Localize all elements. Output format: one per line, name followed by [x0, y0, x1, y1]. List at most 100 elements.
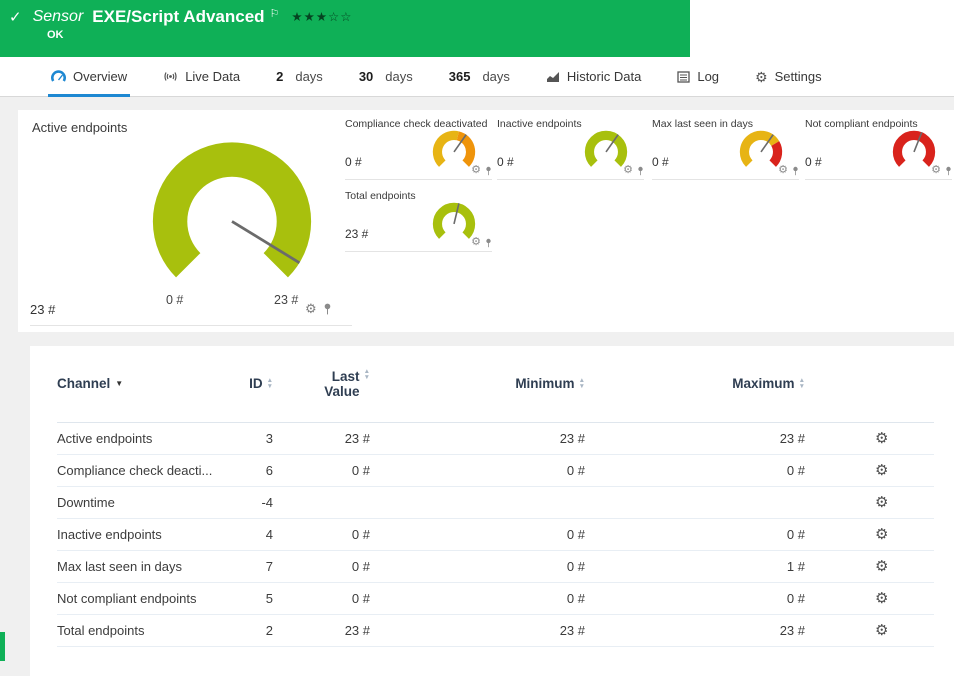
- log-icon: [677, 71, 690, 83]
- channel-settings-icon[interactable]: ⚙: [875, 526, 888, 543]
- channel-minimum: 0 #: [397, 454, 617, 486]
- pin-icon[interactable]: [637, 166, 644, 176]
- gauge-tile: Compliance check deactivated 0 # ⚙: [345, 118, 492, 180]
- total-endpoints-gauge: [431, 200, 477, 246]
- gauge-value: 0 #: [345, 155, 362, 169]
- table-row[interactable]: Total endpoints 2 23 # 23 # 23 # ⚙: [57, 614, 934, 646]
- channel-maximum: 23 #: [617, 614, 837, 646]
- sorted-desc-icon: ▼: [115, 379, 123, 388]
- not-compliant-gauge: [891, 128, 937, 174]
- gauge-tile: Inactive endpoints 0 # ⚙: [497, 118, 644, 180]
- channel-id: 5: [247, 582, 302, 614]
- channel-name: Not compliant endpoints: [57, 582, 247, 614]
- status-check-icon: ✓: [9, 8, 22, 26]
- tab-log[interactable]: Log: [674, 57, 722, 96]
- gauge-tile: Not compliant endpoints 0 # ⚙: [805, 118, 952, 180]
- gauges-panel: Active endpoints 0 # 23 # 23 # ⚙ Complia…: [18, 110, 954, 332]
- sort-icon: ▲▼: [364, 369, 370, 381]
- channel-settings-icon[interactable]: ⚙: [875, 430, 888, 447]
- channel-name: Downtime: [57, 486, 247, 518]
- live-signal-icon: [163, 70, 178, 83]
- big-gauge-label: Active endpoints: [32, 120, 127, 135]
- channel-name: Total endpoints: [57, 614, 247, 646]
- col-header-minimum[interactable]: Minimum▲▼: [397, 346, 617, 422]
- channel-minimum: [397, 486, 617, 518]
- gauge-settings-icon[interactable]: ⚙: [471, 165, 481, 176]
- channel-maximum: [617, 486, 837, 518]
- priority-stars[interactable]: ★★★☆☆: [291, 9, 352, 24]
- tab-overview[interactable]: Overview: [48, 57, 130, 96]
- sensor-status-banner: ✓ Sensor EXE/Script Advanced ⚐ ★★★☆☆ OK: [0, 0, 690, 57]
- tab-historic-data[interactable]: Historic Data: [543, 57, 644, 96]
- max-last-seen-gauge: [738, 128, 784, 174]
- channel-name: Active endpoints: [57, 422, 247, 454]
- gauge-scale-max: 23 #: [274, 293, 298, 307]
- active-endpoints-gauge: [146, 132, 318, 304]
- table-row[interactable]: Inactive endpoints 4 0 # 0 # 0 # ⚙: [57, 518, 934, 550]
- channel-maximum: 0 #: [617, 454, 837, 486]
- status-text: OK: [47, 29, 680, 41]
- table-row[interactable]: Downtime -4 ⚙: [57, 486, 934, 518]
- table-row[interactable]: Active endpoints 3 23 # 23 # 23 # ⚙: [57, 422, 934, 454]
- channel-last-value: [302, 486, 397, 518]
- tab-365-days[interactable]: 365days: [446, 57, 513, 96]
- pin-icon[interactable]: [485, 238, 492, 248]
- divider: [30, 325, 352, 326]
- gauge-tile: Max last seen in days 0 # ⚙: [652, 118, 799, 180]
- channel-last-value: 0 #: [302, 518, 397, 550]
- channel-table: Channel▼ ID▲▼ Last Value▲▼ Minimum▲▼ Max…: [57, 346, 934, 647]
- gauge-scale-min: 0 #: [166, 293, 183, 307]
- pin-icon[interactable]: [323, 303, 332, 315]
- channel-settings-icon[interactable]: ⚙: [875, 558, 888, 575]
- sensor-header: ✓ Sensor EXE/Script Advanced ⚐ ★★★☆☆ OK: [0, 0, 954, 57]
- gauge-tile: Total endpoints 23 # ⚙: [345, 190, 492, 252]
- gauge-settings-icon[interactable]: ⚙: [305, 302, 317, 315]
- channel-last-value: 0 #: [302, 582, 397, 614]
- channel-name: Compliance check deacti...: [57, 454, 247, 486]
- channel-minimum: 0 #: [397, 518, 617, 550]
- pin-icon[interactable]: [485, 166, 492, 176]
- channel-settings-icon[interactable]: ⚙: [875, 494, 888, 511]
- channel-id: 2: [247, 614, 302, 646]
- gauge-settings-icon[interactable]: ⚙: [778, 165, 788, 176]
- big-gauge-value: 23 #: [30, 302, 55, 317]
- channel-last-value: 23 #: [302, 614, 397, 646]
- channel-minimum: 0 #: [397, 550, 617, 582]
- gauge-settings-icon[interactable]: ⚙: [623, 165, 633, 176]
- channel-id: 7: [247, 550, 302, 582]
- table-row[interactable]: Not compliant endpoints 5 0 # 0 # 0 # ⚙: [57, 582, 934, 614]
- channel-settings-icon[interactable]: ⚙: [875, 462, 888, 479]
- table-row[interactable]: Max last seen in days 7 0 # 0 # 1 # ⚙: [57, 550, 934, 582]
- channel-id: 3: [247, 422, 302, 454]
- gauge-settings-icon[interactable]: ⚙: [471, 237, 481, 248]
- pin-icon[interactable]: [792, 166, 799, 176]
- col-header-last-value[interactable]: Last Value▲▼: [302, 346, 397, 422]
- col-header-maximum[interactable]: Maximum▲▼: [617, 346, 837, 422]
- channel-last-value: 0 #: [302, 550, 397, 582]
- channel-settings-icon[interactable]: ⚙: [875, 590, 888, 607]
- tab-live-data[interactable]: Live Data: [160, 57, 243, 96]
- tab-settings[interactable]: ⚙ Settings: [752, 57, 825, 96]
- tab-2-days[interactable]: 2days: [273, 57, 326, 96]
- channel-name: Inactive endpoints: [57, 518, 247, 550]
- channel-minimum: 23 #: [397, 422, 617, 454]
- gear-icon: ⚙: [755, 70, 768, 84]
- compliance-check-gauge: [431, 128, 477, 174]
- sort-icon: ▲▼: [267, 378, 273, 390]
- channel-last-value: 0 #: [302, 454, 397, 486]
- gauge-settings-icon[interactable]: ⚙: [931, 165, 941, 176]
- col-header-id[interactable]: ID▲▼: [247, 346, 302, 422]
- gauge-value: 0 #: [497, 155, 514, 169]
- table-row[interactable]: Compliance check deacti... 6 0 # 0 # 0 #…: [57, 454, 934, 486]
- channel-maximum: 23 #: [617, 422, 837, 454]
- channel-maximum: 1 #: [617, 550, 837, 582]
- tab-30-days[interactable]: 30days: [356, 57, 416, 96]
- channel-settings-icon[interactable]: ⚙: [875, 622, 888, 639]
- channel-maximum: 0 #: [617, 518, 837, 550]
- sort-icon: ▲▼: [799, 378, 805, 390]
- col-header-channel[interactable]: Channel▼: [57, 346, 247, 422]
- pin-icon[interactable]: [945, 166, 952, 176]
- channel-minimum: 0 #: [397, 582, 617, 614]
- status-edge-accent: [0, 632, 5, 661]
- flag-icon[interactable]: ⚐: [270, 7, 280, 20]
